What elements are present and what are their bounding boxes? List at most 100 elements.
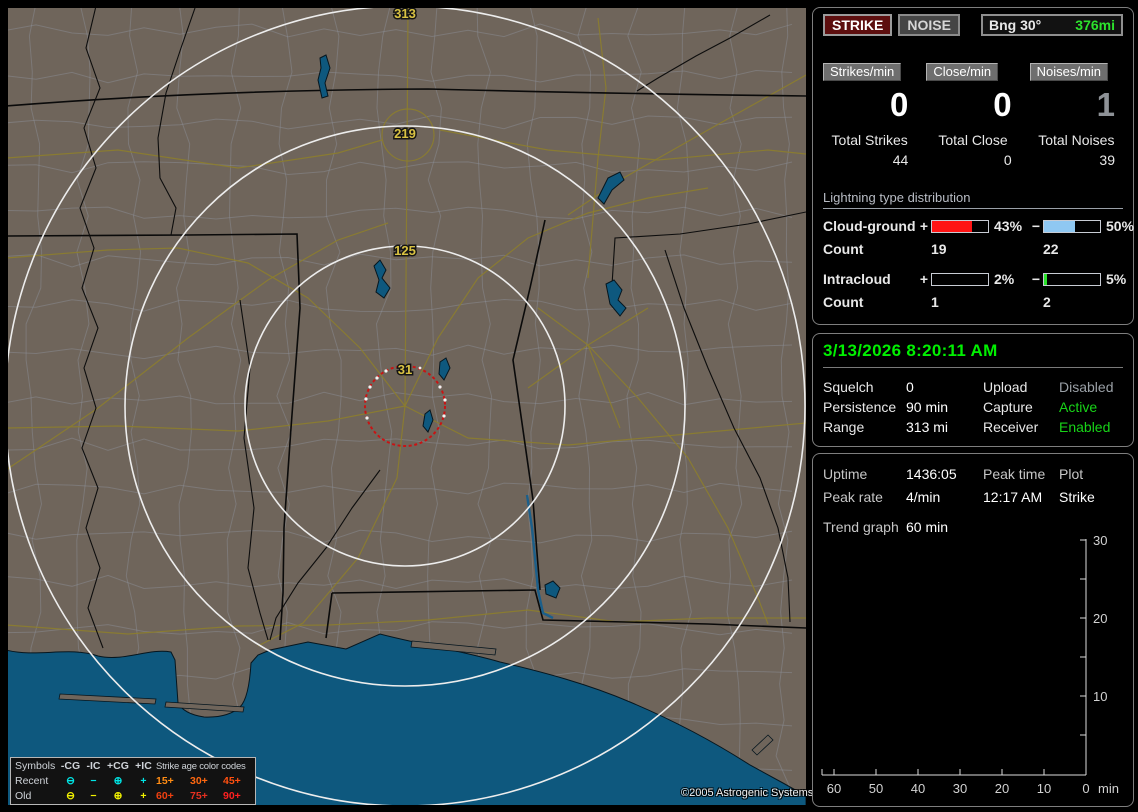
strikes-per-min-value: 0 <box>889 86 909 123</box>
ring-label-31: 31 <box>398 362 412 377</box>
old-pos-cg-icon: ⊕ <box>113 790 123 802</box>
x-axis-unit: min <box>1098 781 1119 796</box>
y-ticks <box>1080 539 1086 736</box>
legend-age-header: Strike age color codes <box>156 761 246 772</box>
status-panel: 3/13/2026 8:20:11 AM Squelch 0 Upload Di… <box>812 333 1134 447</box>
legend-symbols-header: Symbols <box>15 760 56 772</box>
squelch-label: Squelch <box>823 379 874 395</box>
session-row: Peak rate 4/min 12:17 AM Strike <box>823 486 1123 509</box>
y-tick-30: 30 <box>1093 533 1107 548</box>
x-tick-20: 20 <box>995 781 1009 796</box>
legend-row-recent: Recent <box>15 775 49 787</box>
config-row: Squelch 0 Upload Disabled <box>823 377 1123 397</box>
minus-sign: − <box>1031 271 1041 287</box>
uptime-label: Uptime <box>823 466 868 482</box>
river-lines <box>79 8 806 649</box>
close-per-min-value: 0 <box>993 86 1012 123</box>
recent-pos-cg-icon: ⊕ <box>113 775 123 787</box>
cloud-ground-label: Cloud-ground <box>823 218 916 234</box>
close-per-min-chip[interactable]: Close/min <box>926 63 999 81</box>
bearing-distance-readout: Bng 30° 376mi <box>981 14 1123 36</box>
old-pos-ic-icon: + <box>140 790 147 802</box>
lightning-map[interactable]: 313 219 125 31 <box>8 8 806 805</box>
ring-label-219: 219 <box>394 126 416 141</box>
lakes <box>317 54 627 620</box>
cg-minus-bar <box>1043 219 1101 233</box>
ic-minus-bar <box>1043 272 1101 286</box>
old-neg-cg-icon: ⊖ <box>66 790 75 802</box>
ring-label-125: 125 <box>394 243 416 258</box>
datetime-display: 3/13/2026 8:20:11 AM <box>823 341 1123 368</box>
cloud-ground-count-row: Count 19 22 <box>823 241 1123 257</box>
persistence-label: Persistence <box>823 399 897 415</box>
age-45: 45+ <box>223 775 241 787</box>
peak-rate-label: Peak rate <box>823 489 883 505</box>
legend-col-+ic: +IC <box>135 760 152 772</box>
intracloud-row: Intracloud + 2% − 5% <box>823 271 1127 287</box>
config-row: Persistence 90 min Capture Active <box>823 397 1123 417</box>
uptime-value: 1436:05 <box>906 466 957 482</box>
x-tick-10: 10 <box>1037 781 1051 796</box>
y-tick-20: 20 <box>1093 611 1107 626</box>
legend-col--ic: -IC <box>86 760 101 772</box>
recent-pos-ic-icon: + <box>140 775 147 787</box>
cloud-ground-row: Cloud-ground + 43% − 50% <box>823 218 1134 234</box>
ic-plus-count: 1 <box>931 294 939 310</box>
legend-col--cg: -CG <box>60 760 81 772</box>
ring-label-313: 313 <box>394 8 416 21</box>
old-neg-ic-icon: − <box>90 790 97 802</box>
total-strikes-label: Total Strikes <box>831 132 908 148</box>
cg-plus-pct: 43% <box>994 218 1023 234</box>
capture-label: Capture <box>983 399 1033 415</box>
age-30: 30+ <box>190 775 208 787</box>
noises-per-min-chip[interactable]: Noises/min <box>1029 63 1108 81</box>
upload-status: Disabled <box>1059 379 1114 395</box>
x-tick-40: 40 <box>911 781 925 796</box>
strikes-per-min-chip[interactable]: Strikes/min <box>823 63 902 81</box>
peak-time-value: 12:17 AM <box>983 489 1043 505</box>
plus-sign: + <box>919 271 929 287</box>
noises-column: Noises/min 1 Total Noises 39 <box>1029 63 1123 168</box>
intracloud-label: Intracloud <box>823 271 891 287</box>
total-close-value: 0 <box>1003 152 1012 168</box>
x-tick-50: 50 <box>869 781 883 796</box>
capture-status: Active <box>1059 399 1098 415</box>
session-row: Uptime 1436:05 Peak time Plot <box>823 463 1123 486</box>
config-row: Range 313 mi Receiver Enabled <box>823 417 1123 437</box>
legend-col-+cg: +CG <box>107 760 129 772</box>
plot-mode-value: Strike <box>1059 489 1095 505</box>
total-close-label: Total Close <box>938 132 1008 148</box>
x-tick-30: 30 <box>953 781 967 796</box>
trend-graph: 30 20 10 60 50 40 30 20 10 0 min <box>821 533 1119 796</box>
ic-plus-bar <box>931 272 989 286</box>
strike-tab-button[interactable]: STRIKE <box>823 14 893 36</box>
minus-sign: − <box>1031 218 1041 234</box>
map-svg: 313 219 125 31 <box>8 8 806 805</box>
strike-stats-panel: STRIKE NOISE Bng 30° 376mi Strikes/min 0… <box>812 7 1134 325</box>
plus-sign: + <box>919 218 929 234</box>
age-90: 90+ <box>223 790 241 802</box>
age-75: 75+ <box>190 790 208 802</box>
close-column: Close/min 0 Total Close 0 <box>926 63 1019 168</box>
x-tick-60: 60 <box>827 781 841 796</box>
bearing-value: Bng 30° <box>989 17 1042 33</box>
age-15: 15+ <box>156 775 174 787</box>
squelch-value: 0 <box>906 379 914 395</box>
legend-row-old: Old <box>15 790 32 802</box>
count-label: Count <box>823 294 864 310</box>
cg-minus-count: 22 <box>1043 241 1059 257</box>
peak-time-label: Peak time <box>983 466 1046 482</box>
total-noises-label: Total Noises <box>1038 132 1115 148</box>
persistence-value: 90 min <box>906 399 949 415</box>
recent-neg-ic-icon: − <box>90 775 97 787</box>
plot-label: Plot <box>1059 466 1084 482</box>
count-label: Count <box>823 241 864 257</box>
ic-minus-count: 2 <box>1043 294 1051 310</box>
total-strikes-value: 44 <box>892 152 909 168</box>
noises-per-min-value: 1 <box>1096 86 1115 123</box>
intracloud-count-row: Count 1 2 <box>823 294 1123 310</box>
noise-tab-button[interactable]: NOISE <box>898 14 960 36</box>
total-noises-value: 39 <box>1099 152 1115 168</box>
road-lines <box>8 8 806 647</box>
ic-minus-pct: 5% <box>1106 271 1127 287</box>
